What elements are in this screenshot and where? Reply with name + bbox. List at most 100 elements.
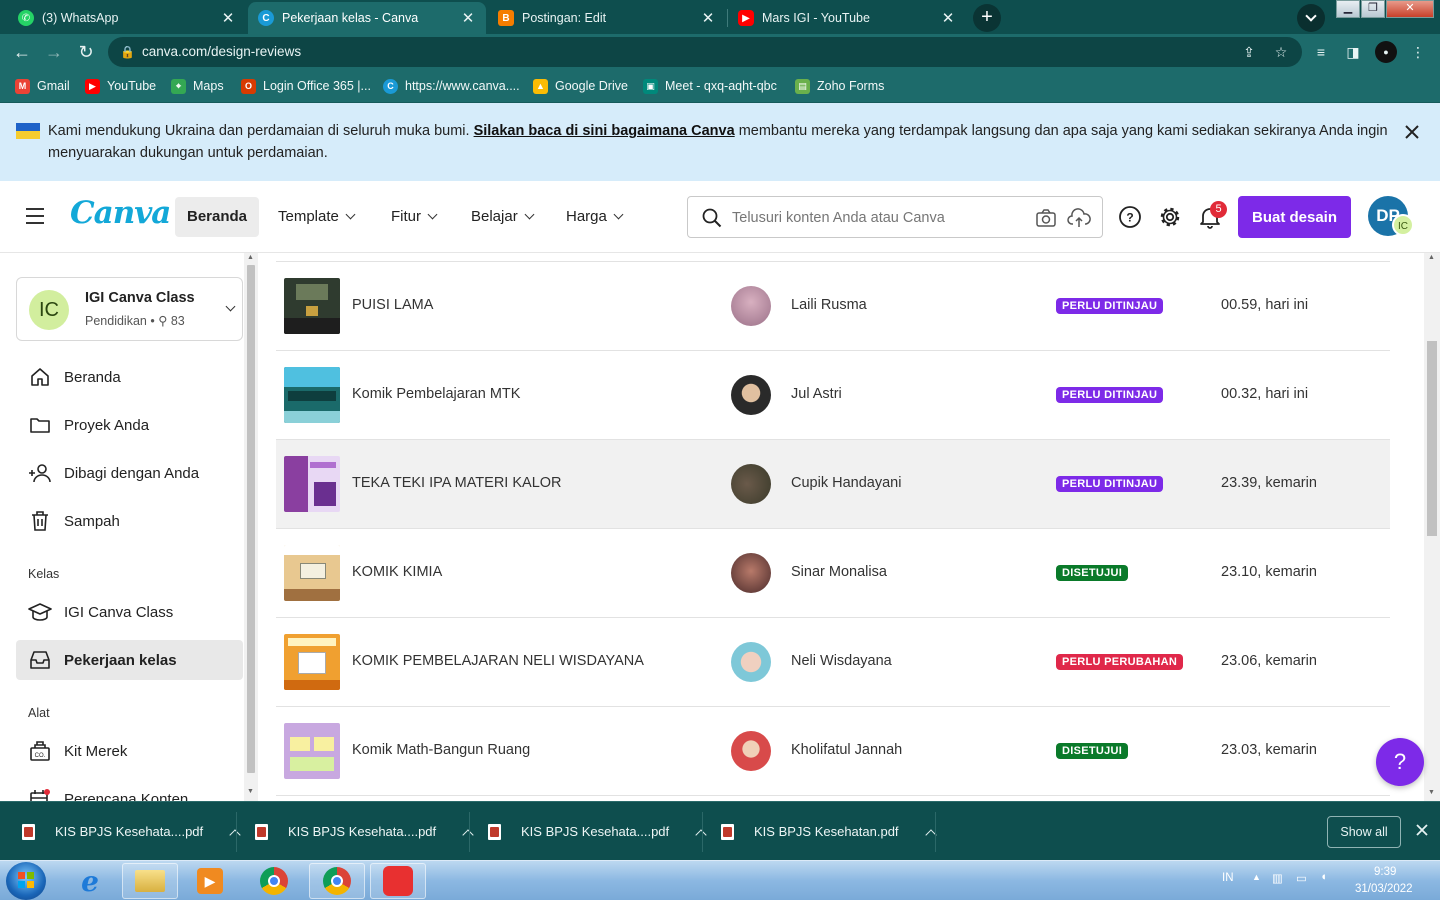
team-switcher[interactable]: IC IGI Canva Class Pendidikan • ⚲ 83: [16, 277, 243, 341]
display-icon[interactable]: ▭: [1296, 871, 1307, 885]
bookmark-gmail[interactable]: M Gmail: [15, 77, 70, 95]
sidebar-item-kit-merek[interactable]: CO. Kit Merek: [16, 731, 243, 771]
create-design-button[interactable]: Buat desain: [1238, 196, 1351, 238]
new-tab-button[interactable]: +: [973, 4, 1001, 32]
search-input[interactable]: [732, 207, 1022, 229]
nav-beranda[interactable]: Beranda: [175, 197, 259, 237]
table-row[interactable]: Komik Pembelajaran MTK Jul Astri PERLU D…: [276, 351, 1390, 440]
taskbar-media-player[interactable]: ▶: [182, 863, 238, 899]
side-panel-icon[interactable]: ◨: [1342, 41, 1364, 63]
table-row[interactable]: TEKA TEKI IPA MATERI KALOR Cupik Handaya…: [276, 440, 1390, 529]
show-all-downloads-button[interactable]: Show all: [1327, 816, 1401, 848]
close-icon[interactable]: ✕: [700, 9, 716, 27]
design-title[interactable]: KOMIK PEMBELAJARAN NELI WISDAYANA: [352, 653, 644, 669]
table-row[interactable]: KOMIK PEMBELAJARAN NELI WISDAYANA Neli W…: [276, 618, 1390, 707]
design-title[interactable]: Komik Pembelajaran MTK: [352, 386, 520, 402]
forward-button[interactable]: →: [42, 40, 66, 64]
design-title[interactable]: KOMIK KIMIA: [352, 564, 442, 580]
close-icon[interactable]: ✕: [940, 9, 956, 27]
design-title[interactable]: Komik Math-Bangun Ruang: [352, 742, 530, 758]
address-bar[interactable]: 🔒 canva.com/design-reviews: [108, 37, 1302, 67]
media-player-icon: ▶: [197, 868, 223, 894]
graduation-cap-icon: [28, 603, 52, 621]
scroll-up-icon: ▲: [247, 254, 254, 261]
nav-template[interactable]: Template: [266, 197, 366, 237]
bookmark-office[interactable]: O Login Office 365 |...: [241, 77, 371, 95]
taskbar-chrome-profile[interactable]: [309, 863, 365, 899]
scrollbar-thumb[interactable]: [247, 265, 255, 773]
more-menu-icon[interactable]: ⋮: [1407, 41, 1429, 63]
download-item[interactable]: KIS BPJS Kesehata....pdf: [488, 802, 707, 861]
volume-icon[interactable]: ◖: [1320, 871, 1327, 883]
sidebar-item-label: Beranda: [64, 368, 121, 386]
nav-belajar[interactable]: Belajar: [459, 197, 545, 237]
bookmark-zoho-forms[interactable]: ▤ Zoho Forms: [795, 77, 884, 95]
reading-list-icon[interactable]: ≡: [1310, 41, 1332, 63]
camera-icon[interactable]: [1035, 208, 1057, 228]
tab-blogger[interactable]: B Postingan: Edit ✕: [488, 2, 726, 34]
avatar[interactable]: DP IC: [1368, 196, 1414, 236]
share-icon[interactable]: ⇪: [1238, 41, 1260, 63]
arrow-left-icon: ←: [13, 42, 31, 62]
sidebar-item-igi-canva-class[interactable]: IGI Canva Class: [16, 592, 243, 632]
taskbar-chrome[interactable]: [246, 863, 302, 899]
table-row[interactable]: Komik Math-Bangun Ruang Kholifatul Janna…: [276, 707, 1390, 796]
close-downloads-button[interactable]: [1414, 822, 1430, 838]
design-title[interactable]: TEKA TEKI IPA MATERI KALOR: [352, 475, 562, 491]
taskbar-file-explorer[interactable]: [122, 863, 178, 899]
nav-fitur[interactable]: Fitur: [379, 197, 448, 237]
download-item[interactable]: KIS BPJS Kesehatan.pdf: [721, 802, 937, 861]
tab-whatsapp[interactable]: ✆ (3) WhatsApp ✕: [8, 2, 246, 34]
star-icon[interactable]: ☆: [1270, 41, 1292, 63]
main-scrollbar[interactable]: ▲ ▼: [1424, 253, 1440, 801]
sidebar-item-proyek-anda[interactable]: Proyek Anda: [16, 405, 243, 445]
clock-time[interactable]: 9:39: [1374, 866, 1396, 878]
banner-link[interactable]: Silakan baca di sini bagaimana Canva: [474, 123, 735, 139]
close-icon[interactable]: ✕: [460, 9, 476, 27]
avatar: [731, 642, 771, 682]
show-hidden-icons-icon[interactable]: ▲: [1252, 872, 1261, 882]
tab-youtube[interactable]: ▶ Mars IGI - YouTube ✕: [728, 2, 966, 34]
close-icon[interactable]: ✕: [220, 9, 236, 27]
divider: [236, 812, 237, 852]
sidebar-scrollbar[interactable]: ▲ ▼: [244, 253, 258, 801]
sidebar-item-perencana-konten[interactable]: Perencana Konten: [16, 779, 243, 801]
download-item[interactable]: KIS BPJS Kesehata....pdf: [22, 802, 241, 861]
start-button[interactable]: [6, 862, 46, 900]
sidebar-item-pekerjaan-kelas[interactable]: Pekerjaan kelas: [16, 640, 243, 680]
upload-cloud-icon[interactable]: [1067, 207, 1091, 229]
network-icon[interactable]: ▥: [1272, 871, 1283, 885]
gear-icon[interactable]: [1158, 205, 1182, 229]
clock-date[interactable]: 31/03/2022: [1355, 883, 1413, 895]
table-row[interactable]: PUISI LAMA Laili Rusma PERLU DITINJAU 00…: [276, 262, 1390, 351]
help-button[interactable]: ?: [1376, 738, 1424, 786]
nav-harga[interactable]: Harga: [554, 197, 634, 237]
download-item[interactable]: KIS BPJS Kesehata....pdf: [255, 802, 474, 861]
help-icon[interactable]: ?: [1118, 205, 1142, 229]
taskbar-internet-explorer[interactable]: e: [62, 863, 118, 899]
bookmark-maps[interactable]: ⌖ Maps: [171, 77, 224, 95]
banner-close-button[interactable]: [1402, 122, 1422, 142]
scrollbar-thumb[interactable]: [1427, 341, 1437, 536]
minimize-window-button[interactable]: ▁: [1336, 0, 1360, 18]
restore-window-button[interactable]: ❐: [1361, 0, 1385, 18]
back-button[interactable]: ←: [10, 40, 34, 64]
table-row[interactable]: KOMIK KIMIA Sinar Monalisa DISETUJUI 23.…: [276, 529, 1390, 618]
close-window-button[interactable]: ✕: [1386, 0, 1434, 18]
design-title[interactable]: PUISI LAMA: [352, 297, 433, 313]
bookmark-youtube[interactable]: ▶ YouTube: [85, 77, 156, 95]
tab-canva[interactable]: C Pekerjaan kelas - Canva ✕: [248, 2, 486, 34]
sidebar-item-beranda[interactable]: Beranda: [16, 357, 243, 397]
reload-button[interactable]: ↻: [74, 40, 98, 64]
sidebar-item-dibagi[interactable]: Dibagi dengan Anda: [16, 453, 243, 493]
tab-search-button[interactable]: [1297, 4, 1325, 32]
sidebar-item-sampah[interactable]: Sampah: [16, 501, 243, 541]
taskbar-app[interactable]: [370, 863, 426, 899]
profile-avatar-icon[interactable]: ●: [1375, 41, 1397, 63]
bookmark-canva[interactable]: C https://www.canva....: [383, 77, 520, 95]
language-indicator[interactable]: IN: [1222, 872, 1234, 884]
canva-logo[interactable]: Canva: [70, 195, 171, 231]
menu-icon[interactable]: [26, 208, 44, 229]
bookmark-google-drive[interactable]: ▲ Google Drive: [533, 77, 628, 95]
bookmark-meet[interactable]: ▣ Meet - qxq-aqht-qbc: [643, 77, 777, 95]
